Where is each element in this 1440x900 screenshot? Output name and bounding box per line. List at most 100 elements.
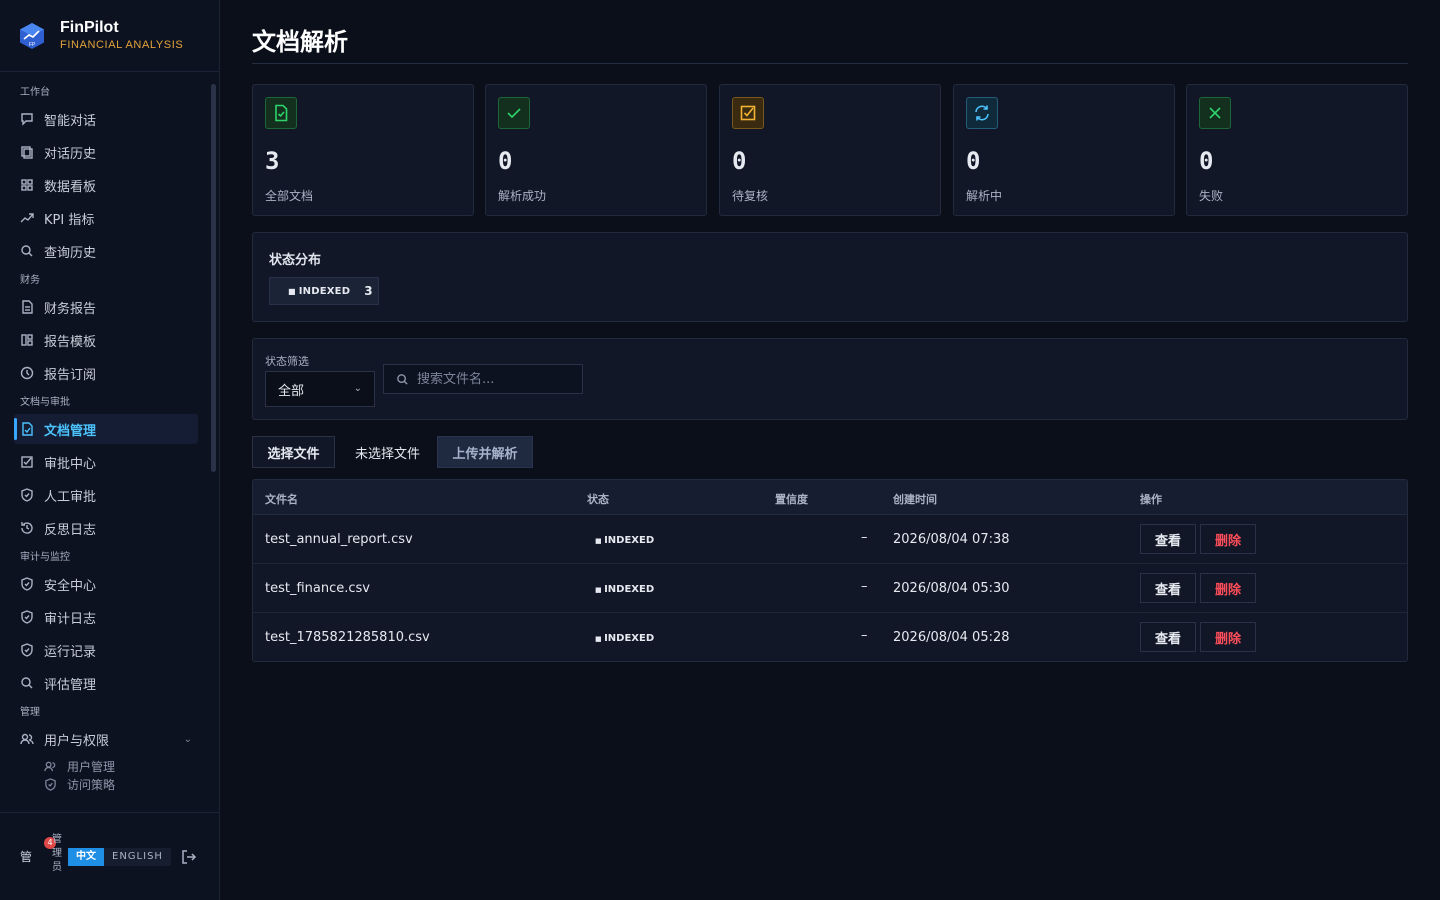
sidebar-item-label: 智能对话	[44, 113, 97, 129]
sidebar-item-reflection-log[interactable]: 反思日志	[14, 513, 198, 543]
sidebar-item-kpi[interactable]: KPI 指标	[14, 203, 198, 233]
sidebar-item-run-records[interactable]: 运行记录	[14, 635, 198, 665]
column-header-confidence[interactable]: 置信度	[775, 491, 808, 507]
stat-card-failed: 0 失败	[1186, 84, 1408, 216]
sidebar-item-users-permissions[interactable]: 用户与权限 ⌄	[14, 724, 198, 754]
select-value: 全部	[278, 383, 305, 399]
chat-icon	[21, 113, 33, 126]
stat-value: 3	[265, 147, 280, 175]
sidebar-item-dashboard[interactable]: 数据看板	[14, 170, 198, 200]
sidebar-subitem-user-management[interactable]: 用户管理	[44, 757, 210, 775]
sidebar-item-document-management[interactable]: 文档管理	[14, 414, 198, 444]
sidebar-footer: 管 4 管理员 中文 ENGLISH	[0, 812, 220, 900]
column-header-status[interactable]: 状态	[587, 491, 609, 507]
sidebar-scrollbar[interactable]	[211, 84, 216, 472]
users-icon	[44, 761, 56, 771]
filter-panel: 状态筛选 全部 ⌄	[252, 338, 1408, 420]
sidebar-subitem-label: 访问策略	[67, 777, 116, 792]
sidebar-item-label: 报告订阅	[44, 367, 97, 383]
sidebar-item-label: 评估管理	[44, 677, 97, 693]
lang-en-button[interactable]: ENGLISH	[104, 847, 171, 866]
check-icon	[507, 108, 521, 119]
lang-zh-button[interactable]: 中文	[68, 847, 104, 866]
table-row: test_finance.csv INDEXED – 2026/08/04 05…	[253, 564, 1407, 613]
delete-button[interactable]: 删除	[1200, 622, 1256, 652]
sidebar-item-chat[interactable]: 智能对话	[14, 104, 198, 134]
created-time: 2026/08/04 07:38	[893, 532, 1010, 547]
delete-button[interactable]: 删除	[1200, 524, 1256, 554]
sidebar-item-evaluation[interactable]: 评估管理	[14, 668, 198, 698]
stat-label: 失败	[1199, 189, 1224, 203]
sidebar-subitem-label: 用户管理	[67, 759, 116, 774]
logout-icon[interactable]	[181, 849, 197, 865]
sidebar-item-label: 查询历史	[44, 245, 97, 261]
sidebar-item-label: 数据看板	[44, 179, 97, 195]
sidebar-item-label: 用户与权限	[44, 733, 110, 749]
sidebar-item-audit-log[interactable]: 审计日志	[14, 602, 198, 632]
stat-label: 待复核	[732, 189, 769, 203]
view-button[interactable]: 查看	[1140, 524, 1196, 554]
sidebar-item-label: 文档管理	[44, 423, 97, 439]
filter-label: 状态筛选	[265, 355, 309, 368]
stat-card-success: 0 解析成功	[485, 84, 707, 216]
dashboard-icon	[21, 179, 33, 191]
sidebar-item-label: 运行记录	[44, 644, 97, 660]
stat-icon-box	[732, 97, 764, 129]
nav-section-documents: 文档与审批	[20, 397, 70, 408]
brand[interactable]: FP FinPilot FINANCIAL ANALYSIS	[0, 0, 219, 72]
sidebar-nav: 工作台 智能对话 对话历史 数据看板 KPI 指标 查询历史 财务 财务报告 报…	[0, 78, 210, 810]
column-header-created[interactable]: 创建时间	[893, 491, 937, 507]
nav-section-admin: 管理	[20, 707, 40, 718]
sidebar-item-finance-report[interactable]: 财务报告	[14, 292, 198, 322]
documents-table: 文件名 状态 置信度 创建时间 操作 test_annual_report.cs…	[252, 479, 1408, 662]
shield-icon	[21, 643, 33, 657]
file-name: test_annual_report.csv	[265, 532, 413, 547]
avatar[interactable]: 管 4 管理员	[20, 834, 62, 873]
sidebar-item-query-history[interactable]: 查询历史	[14, 236, 198, 266]
sidebar-item-chat-history[interactable]: 对话历史	[14, 137, 198, 167]
search-box[interactable]	[383, 364, 583, 394]
sidebar-item-approval-center[interactable]: 审批中心	[14, 447, 198, 477]
refresh-icon	[975, 105, 989, 121]
checkbox-icon	[21, 456, 33, 468]
status-badge: INDEXED	[595, 584, 654, 595]
nav-section-workbench: 工作台	[20, 87, 50, 98]
document-icon	[22, 300, 33, 314]
delete-button[interactable]: 删除	[1200, 573, 1256, 603]
upload-parse-button[interactable]: 上传并解析	[437, 436, 533, 468]
confidence-value: –	[861, 530, 868, 545]
stat-value: 0	[1199, 147, 1214, 175]
view-button[interactable]: 查看	[1140, 573, 1196, 603]
created-time: 2026/08/04 05:30	[893, 581, 1010, 596]
sidebar-item-label: 安全中心	[44, 578, 97, 594]
stat-label: 解析成功	[498, 189, 547, 203]
chevron-down-icon: ⌄	[353, 383, 362, 394]
stat-icon-box	[265, 97, 297, 129]
view-button[interactable]: 查看	[1140, 622, 1196, 652]
sidebar-item-label: 财务报告	[44, 301, 97, 317]
sidebar-item-manual-approval[interactable]: 人工审批	[14, 480, 198, 510]
sidebar-item-security-center[interactable]: 安全中心	[14, 569, 198, 599]
svg-text:FP: FP	[29, 42, 36, 48]
file-check-icon	[275, 104, 288, 122]
search-icon	[21, 245, 33, 257]
stat-icon-box	[1199, 97, 1231, 129]
status-chip-count: 3	[364, 284, 373, 298]
sidebar-item-report-subscription[interactable]: 报告订阅	[14, 358, 198, 388]
sidebar-item-report-template[interactable]: 报告模板	[14, 325, 198, 355]
status-badge: INDEXED	[595, 535, 654, 546]
file-name: test_finance.csv	[265, 581, 370, 596]
sidebar-subitem-access-policy[interactable]: 访问策略	[44, 775, 210, 793]
stat-icon-box	[498, 97, 530, 129]
stat-card-total: 3 全部文档	[252, 84, 474, 216]
chevron-down-icon[interactable]: ⌄	[184, 734, 192, 745]
nav-section-finance: 财务	[20, 275, 40, 286]
status-filter-select[interactable]: 全部 ⌄	[265, 371, 375, 407]
column-header-filename[interactable]: 文件名	[265, 491, 298, 507]
table-header: 文件名 状态 置信度 创建时间 操作	[253, 480, 1407, 515]
search-input[interactable]	[417, 371, 567, 387]
choose-file-button[interactable]: 选择文件	[252, 436, 335, 468]
shield-icon	[21, 488, 33, 502]
table-row: test_1785821285810.csv INDEXED – 2026/08…	[253, 613, 1407, 661]
status-chip[interactable]: INDEXED 3	[269, 277, 379, 305]
